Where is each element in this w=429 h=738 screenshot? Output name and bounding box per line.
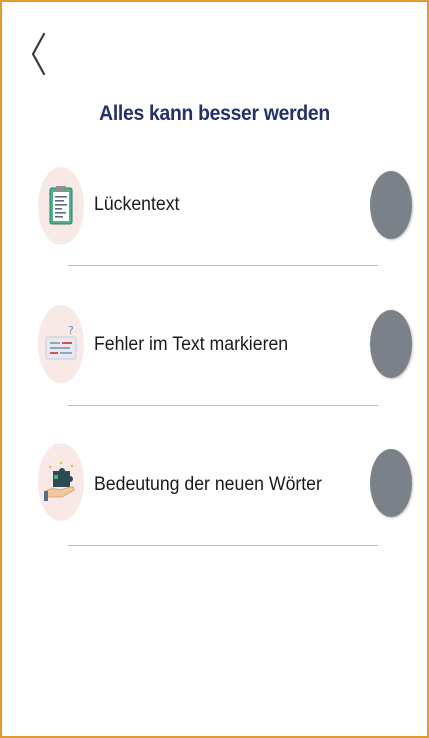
- back-button[interactable]: [24, 30, 54, 80]
- svg-text:?: ?: [68, 324, 74, 337]
- clipboard-icon: [38, 167, 84, 245]
- item-toggle[interactable]: [370, 449, 412, 517]
- list-item-bedeutung-woerter[interactable]: Bedeutung der neuen Wörter: [2, 437, 427, 537]
- list-item-lueckentext[interactable]: Lückentext: [2, 157, 427, 257]
- item-label: Fehler im Text markieren: [94, 334, 289, 355]
- screen-frame: Alles kann besser werden Lückentext ? Fe…: [0, 0, 429, 738]
- divider: [68, 405, 378, 406]
- item-label: Bedeutung der neuen Wörter: [94, 474, 322, 495]
- item-label: Lückentext: [94, 194, 180, 215]
- item-toggle[interactable]: [370, 310, 412, 378]
- page-title: Alles kann besser werden: [99, 102, 330, 125]
- text-question-icon: ?: [38, 305, 84, 383]
- hand-puzzle-icon: [38, 443, 84, 521]
- divider: [68, 265, 378, 266]
- divider: [68, 545, 378, 546]
- item-toggle[interactable]: [370, 171, 412, 239]
- chevron-left-icon: [31, 32, 46, 76]
- list-item-fehler-markieren[interactable]: ? Fehler im Text markieren: [2, 297, 427, 397]
